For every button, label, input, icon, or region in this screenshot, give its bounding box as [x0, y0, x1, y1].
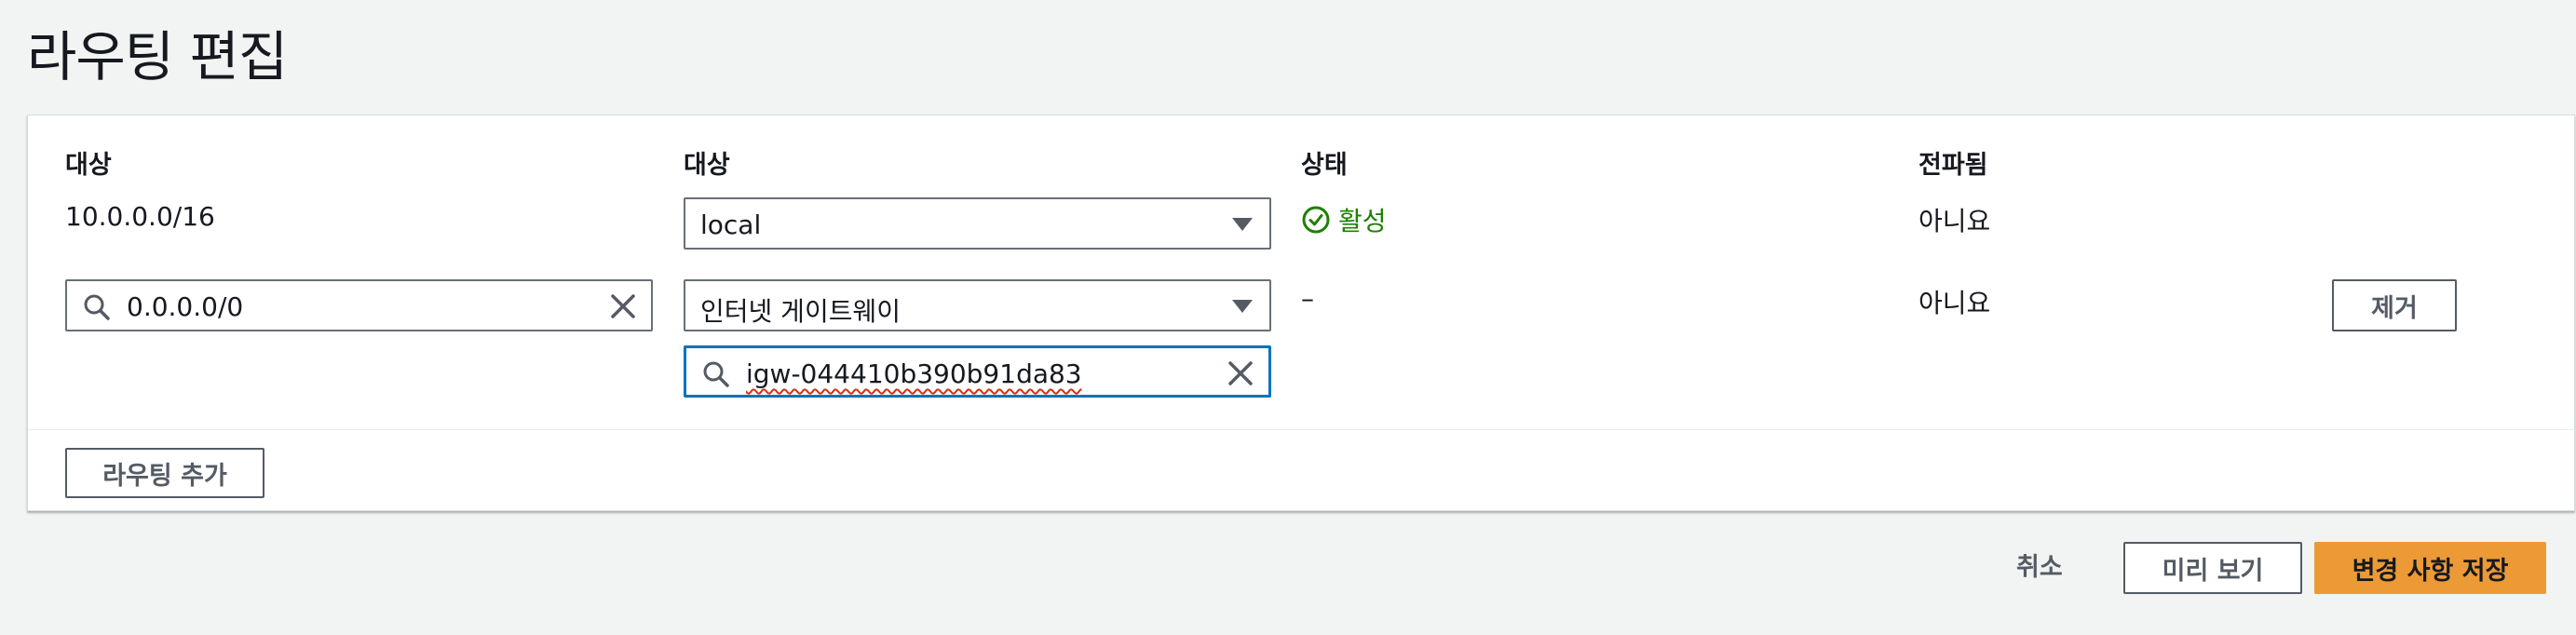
- header-status: 상태: [1301, 151, 1348, 180]
- row2-target-value: 인터넷 게이트웨이: [700, 296, 901, 327]
- search-icon: [703, 361, 729, 387]
- panel-divider: [28, 429, 2574, 430]
- row1-status: 활성: [1301, 201, 1387, 238]
- row1-destination: 10.0.0.0/16: [65, 201, 215, 232]
- row1-target-select[interactable]: local: [684, 197, 1271, 250]
- cancel-button[interactable]: 취소: [2016, 547, 2063, 583]
- search-icon: [84, 294, 110, 320]
- clear-x-icon[interactable]: [608, 291, 638, 321]
- remove-route-button[interactable]: 제거: [2332, 279, 2457, 331]
- row2-destination-value: 0.0.0.0/0: [127, 291, 244, 322]
- row2-target-search-value: igw-044410b390b91da83: [746, 358, 1082, 389]
- row1-propagated: 아니요: [1918, 206, 1991, 236]
- caret-down-icon: [1232, 218, 1253, 231]
- row2-target-select[interactable]: 인터넷 게이트웨이: [684, 279, 1271, 331]
- add-route-button[interactable]: 라우팅 추가: [65, 448, 264, 498]
- preview-button[interactable]: 미리 보기: [2123, 542, 2302, 594]
- clear-x-icon[interactable]: [1226, 358, 1255, 388]
- row1-target-value: local: [700, 209, 762, 240]
- row2-propagated: 아니요: [1918, 288, 1991, 318]
- row2-destination-input[interactable]: 0.0.0.0/0: [65, 279, 653, 331]
- header-propagated: 전파됨: [1918, 151, 1988, 180]
- check-circle-icon: [1302, 206, 1330, 234]
- caret-down-icon: [1232, 300, 1253, 313]
- row2-target-search-input[interactable]: igw-044410b390b91da83: [684, 345, 1271, 398]
- header-destination: 대상: [65, 151, 112, 180]
- save-changes-button[interactable]: 변경 사항 저장: [2314, 542, 2546, 594]
- header-target: 대상: [684, 151, 730, 180]
- row2-status: –: [1301, 283, 1314, 314]
- row1-status-label: 활성: [1338, 206, 1387, 236]
- page-title: 라우팅 편집: [27, 25, 288, 88]
